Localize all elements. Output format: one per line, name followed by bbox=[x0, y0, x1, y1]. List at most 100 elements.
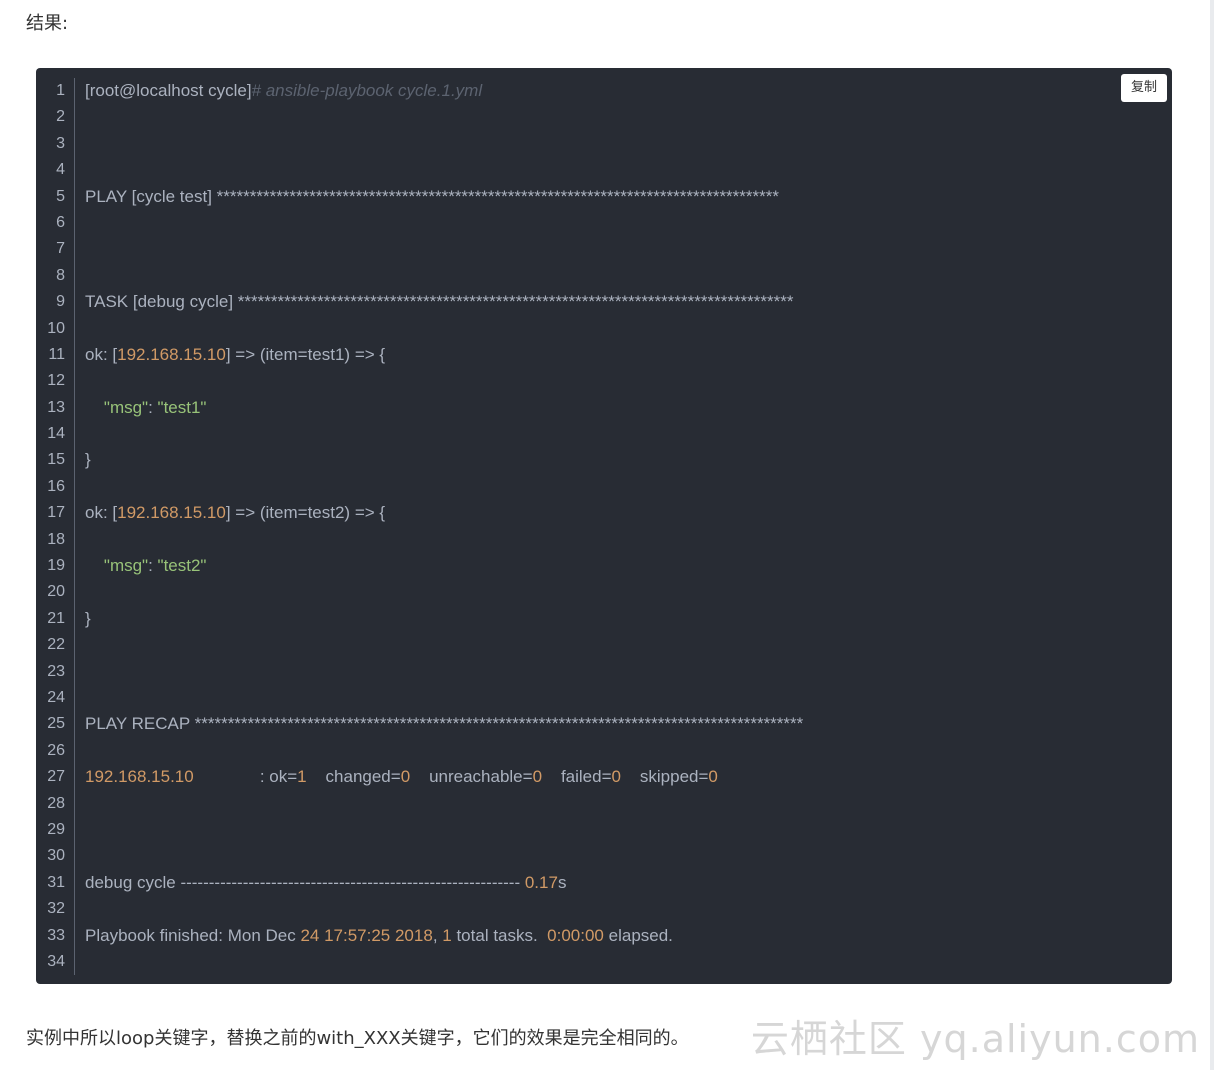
line-number: 16 bbox=[47, 477, 65, 495]
line-number: 30 bbox=[47, 847, 65, 865]
code-token: 192.168.15.10 bbox=[85, 767, 194, 787]
page-right-border bbox=[1210, 0, 1214, 1070]
line-number: 8 bbox=[56, 266, 65, 284]
code-line: 192.168.15.10 : ok=1 changed=0 unreachab… bbox=[85, 764, 1112, 790]
code-line: TASK [debug cycle] *********************… bbox=[85, 289, 1112, 315]
code-line: "msg": "test1" bbox=[85, 395, 1112, 421]
code-token: [root@localhost cycle] bbox=[85, 81, 252, 100]
code-line: } bbox=[85, 606, 1112, 632]
code-token: } bbox=[85, 608, 91, 628]
code-block: 复制 1 2 3 4 5 6 7 8 9 10 11 12 13 14 15 16 17 18 19 20 21 22 23… bbox=[36, 68, 1172, 984]
code-token: } bbox=[85, 450, 91, 470]
code-token: 1 bbox=[297, 767, 307, 787]
code-token: 0:00:00 bbox=[547, 925, 604, 945]
code-line: [root@localhost cycle]# ansible-playbook… bbox=[85, 78, 1112, 104]
code-line: } bbox=[85, 447, 1112, 473]
code-line: PLAY [cycle test] **********************… bbox=[85, 184, 1112, 210]
code-token: ok: [ bbox=[85, 503, 118, 523]
code-token: PLAY RECAP *****************************… bbox=[85, 714, 804, 734]
line-number: 4 bbox=[56, 161, 65, 179]
code-token: PLAY [cycle test] **********************… bbox=[85, 186, 779, 206]
code-content: [root@localhost cycle]# ansible-playbook… bbox=[85, 78, 1112, 975]
line-number: 6 bbox=[56, 213, 65, 231]
line-number: 31 bbox=[47, 873, 65, 891]
code-token: ] => (item=test1) => { bbox=[225, 344, 386, 364]
line-number-gutter: 1 2 3 4 5 6 7 8 9 10 11 12 13 14 15 16 17 18 19 20 21 22 23 24 2… bbox=[36, 78, 75, 976]
code-token: 0 bbox=[708, 767, 718, 787]
code-token: "msg" bbox=[103, 556, 149, 576]
line-number: 25 bbox=[47, 715, 65, 733]
line-number: 9 bbox=[56, 293, 65, 311]
code-token: elapsed. bbox=[603, 925, 673, 945]
line-number: 18 bbox=[47, 530, 65, 548]
code-line: Playbook finished: Mon Dec 24 17:57:25 2… bbox=[85, 923, 1112, 949]
code-token: 0 bbox=[400, 767, 411, 787]
outro-text: 实例中所以loop关键字，替换之前的with_XXX关键字，它们的效果是完全相同… bbox=[26, 1028, 689, 1049]
line-number: 23 bbox=[47, 662, 65, 680]
code-token: : ok= bbox=[193, 767, 298, 787]
code-token: skipped= bbox=[620, 767, 709, 787]
line-number: 27 bbox=[47, 768, 65, 786]
copy-button[interactable]: 复制 bbox=[1120, 74, 1167, 102]
line-number: 7 bbox=[56, 240, 65, 258]
line-number: 2 bbox=[56, 108, 65, 126]
line-number: 26 bbox=[47, 741, 65, 759]
code-token: unreachable= bbox=[410, 767, 533, 787]
line-number: 17 bbox=[47, 504, 65, 522]
code-token: 0 bbox=[611, 767, 621, 787]
code-token: Playbook finished: Mon Dec bbox=[85, 925, 301, 945]
code-token: changed= bbox=[306, 767, 401, 787]
code-token: ] => (item=test2) => { bbox=[225, 503, 386, 523]
code-line: ok: [192.168.15.10] => (item=test2) => { bbox=[85, 500, 1112, 526]
code-token: "test1" bbox=[157, 397, 207, 417]
line-number: 3 bbox=[56, 134, 65, 152]
code-token: , bbox=[432, 925, 443, 945]
code-token: 1 bbox=[442, 925, 452, 945]
line-number: 33 bbox=[47, 926, 65, 944]
code-line: PLAY RECAP *****************************… bbox=[85, 711, 1112, 737]
code-token: TASK [debug cycle] *********************… bbox=[85, 292, 794, 312]
code-token: failed= bbox=[542, 767, 612, 787]
code-token: 24 17:57:25 2018 bbox=[300, 925, 433, 945]
code-token: : bbox=[148, 397, 158, 417]
line-number: 14 bbox=[47, 425, 65, 443]
line-number: 1 bbox=[56, 82, 65, 99]
code-token: "test2" bbox=[157, 556, 207, 576]
line-number: 24 bbox=[47, 688, 65, 706]
line-number: 5 bbox=[56, 187, 65, 205]
code-token: total tasks. bbox=[451, 925, 548, 945]
line-number: 11 bbox=[48, 345, 65, 363]
code-token: 0.17 bbox=[524, 872, 558, 892]
code-token: debug cycle ----------------------------… bbox=[85, 872, 525, 892]
code-line: "msg": "test2" bbox=[85, 553, 1112, 579]
code-line: debug cycle ----------------------------… bbox=[85, 870, 1112, 896]
code-token: s bbox=[557, 872, 567, 892]
code-token: 192.168.15.10 bbox=[117, 344, 226, 364]
line-number: 19 bbox=[47, 557, 65, 575]
line-number: 28 bbox=[47, 794, 65, 812]
line-number: 32 bbox=[47, 900, 65, 918]
code-token: : bbox=[148, 556, 158, 576]
line-number: 29 bbox=[47, 820, 65, 838]
line-number: 15 bbox=[47, 451, 65, 469]
